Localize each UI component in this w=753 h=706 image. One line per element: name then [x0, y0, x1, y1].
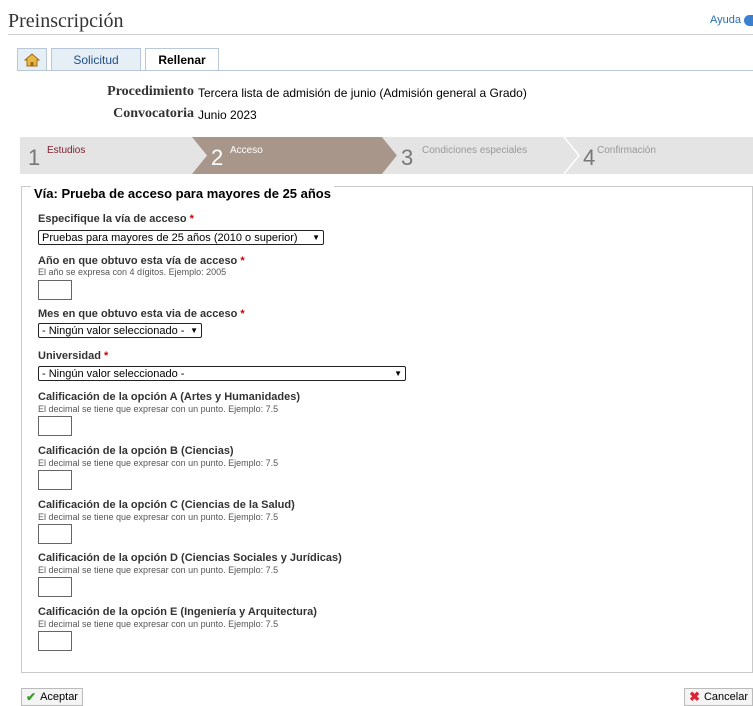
- grade-d-input[interactable]: [38, 577, 72, 597]
- tab-solicitud[interactable]: Solicitud: [51, 48, 141, 70]
- grade-a-input[interactable]: [38, 416, 72, 436]
- grade-a-hint: El decimal se tiene que expresar con un …: [38, 404, 279, 414]
- step-label: Condiciones especiales: [422, 145, 528, 156]
- grade-a-label: Calificación de la opción A (Artes y Hum…: [38, 391, 301, 403]
- tab-divider: [17, 70, 753, 71]
- anio-label-text: Año en que obtuvo esta vía de acceso: [38, 255, 238, 267]
- step-confirmacion: 4 Confirmación: [575, 137, 745, 174]
- grade-e-label: Calificación de la opción E (Ingeniería …: [38, 606, 317, 618]
- grade-b-label: Calificación de la opción B (Ciencias): [38, 445, 234, 457]
- grade-b-input[interactable]: [38, 470, 72, 490]
- required-mark: *: [104, 350, 109, 362]
- form-legend: Vía: Prueba de acceso para mayores de 25…: [31, 186, 334, 201]
- step-acceso: 2 Acceso: [203, 137, 383, 174]
- home-icon: [24, 52, 40, 66]
- help-link-label: Ayuda: [710, 14, 741, 26]
- grade-e-input[interactable]: [38, 631, 72, 651]
- mes-select[interactable]: - Ningún valor seleccionado - ▼: [38, 323, 202, 338]
- via-select-value: Pruebas para mayores de 25 años (2010 o …: [42, 231, 298, 244]
- mes-select-value: - Ningún valor seleccionado -: [42, 324, 185, 337]
- via-select[interactable]: Pruebas para mayores de 25 años (2010 o …: [38, 230, 324, 245]
- universidad-select-value: - Ningún valor seleccionado -: [42, 367, 185, 380]
- via-label-text: Especifique la vía de acceso: [38, 213, 187, 225]
- step-number: 2: [211, 145, 224, 170]
- help-link[interactable]: Ayuda: [710, 14, 753, 26]
- grade-c-input[interactable]: [38, 524, 72, 544]
- anio-input[interactable]: [38, 280, 72, 300]
- mes-label-text: Mes en que obtuvo esta via de acceso: [38, 308, 238, 320]
- step-number: 4: [583, 145, 596, 170]
- step-estudios: 1 Estudios: [20, 137, 192, 174]
- grade-e-hint: El decimal se tiene que expresar con un …: [38, 619, 279, 629]
- step-condiciones: 3 Condiciones especiales: [393, 137, 563, 174]
- close-icon: ✖: [689, 689, 700, 704]
- procedimiento-value: Tercera lista de admisión de junio (Admi…: [198, 86, 527, 100]
- convocatoria-value: Junio 2023: [198, 108, 257, 122]
- chevron-down-icon: ▼: [190, 326, 198, 335]
- tab-rellenar[interactable]: Rellenar: [145, 48, 219, 71]
- step-label: Estudios: [47, 145, 86, 156]
- mes-label: Mes en que obtuvo esta via de acceso *: [38, 308, 245, 320]
- procedimiento-label: Procedimiento: [107, 84, 194, 99]
- step-number: 3: [401, 145, 414, 170]
- wizard-steps: 1 Estudios 2 Acceso 3 Condiciones especi…: [20, 137, 753, 174]
- grade-c-label: Calificación de la opción C (Ciencias de…: [38, 499, 295, 511]
- required-mark: *: [240, 308, 245, 320]
- page-title: Preinscripción: [8, 10, 124, 32]
- universidad-label-text: Universidad: [38, 350, 101, 362]
- cancel-button-label: Cancelar: [703, 691, 748, 703]
- grade-c-hint: El decimal se tiene que expresar con un …: [38, 512, 279, 522]
- chevron-down-icon: ▼: [394, 369, 402, 378]
- grade-d-hint: El decimal se tiene que expresar con un …: [38, 565, 279, 575]
- step-label: Confirmación: [597, 145, 656, 156]
- cancel-button[interactable]: ✖ Cancelar: [684, 688, 753, 706]
- convocatoria-label: Convocatoria: [113, 106, 194, 121]
- tab-home[interactable]: [17, 48, 47, 70]
- anio-hint: El año se expresa con 4 dígitos. Ejemplo…: [38, 267, 227, 277]
- step-number: 1: [28, 145, 41, 170]
- step-label: Acceso: [230, 145, 263, 156]
- accept-button-label: Aceptar: [40, 691, 78, 703]
- grade-b-hint: El decimal se tiene que expresar con un …: [38, 458, 279, 468]
- universidad-label: Universidad *: [38, 350, 108, 362]
- required-mark: *: [189, 213, 194, 225]
- title-divider: [8, 34, 753, 35]
- accept-button[interactable]: ✔ Aceptar: [21, 688, 83, 706]
- universidad-select[interactable]: - Ningún valor seleccionado - ▼: [38, 366, 406, 381]
- grade-d-label: Calificación de la opción D (Ciencias So…: [38, 552, 342, 564]
- anio-label: Año en que obtuvo esta vía de acceso *: [38, 255, 245, 267]
- via-label: Especifique la vía de acceso *: [38, 213, 194, 225]
- help-icon: [744, 14, 753, 26]
- chevron-down-icon: ▼: [312, 233, 320, 242]
- required-mark: *: [240, 255, 245, 267]
